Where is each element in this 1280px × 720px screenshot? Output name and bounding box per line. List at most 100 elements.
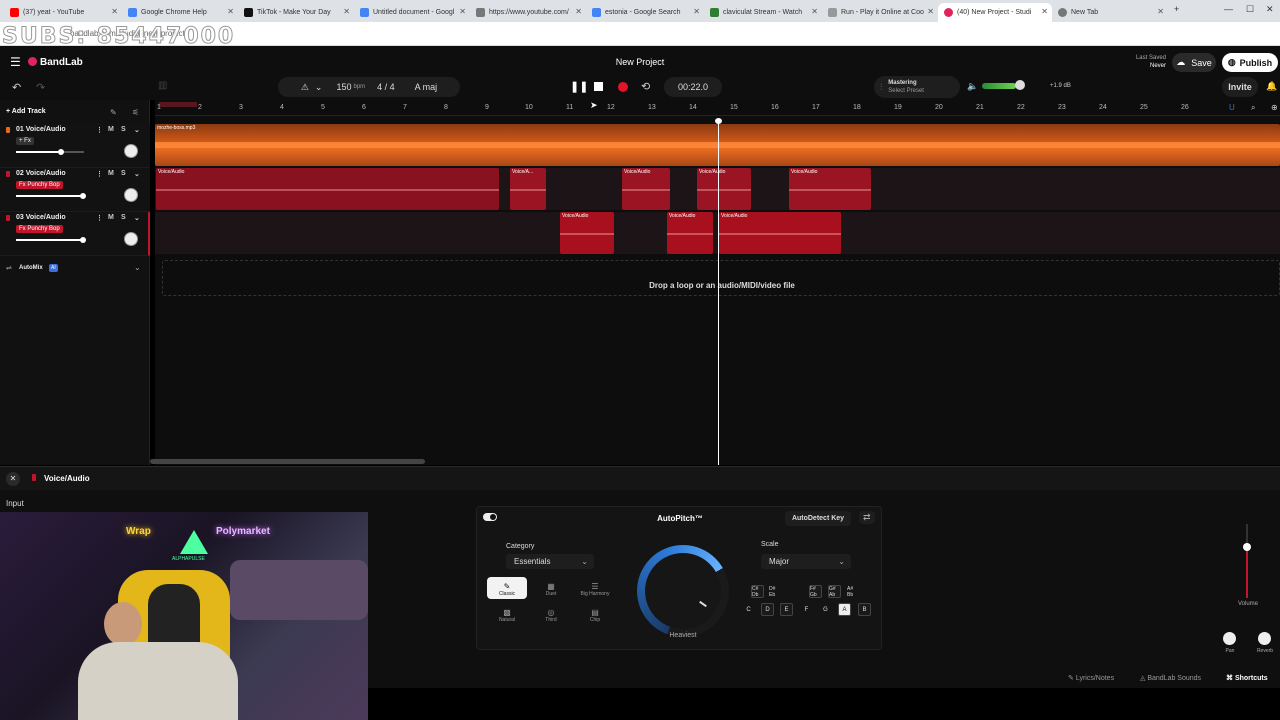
magnet-icon[interactable]: U	[1229, 103, 1235, 112]
close-tab-icon[interactable]: ✕	[111, 7, 118, 16]
close-tab-icon[interactable]: ✕	[693, 7, 700, 16]
time-signature[interactable]: 4 / 4	[377, 82, 395, 92]
browser-tab[interactable]: Untitled document - Googl ✕	[354, 3, 470, 22]
pan-knob[interactable]	[124, 232, 138, 246]
browser-tab[interactable]: Google Chrome Help ✕	[122, 3, 238, 22]
mute-button[interactable]: M	[108, 170, 114, 177]
reverb-knob[interactable]	[1258, 632, 1271, 645]
add-track-button[interactable]: + Add Track	[6, 108, 46, 115]
metronome-icon[interactable]: ⚠	[301, 82, 309, 93]
track-volume-slider[interactable]	[16, 237, 87, 243]
pan-knob[interactable]	[124, 188, 138, 202]
automix-row[interactable]: ⇌ AutoMix AI ⌄	[0, 262, 150, 276]
speaker-icon[interactable]: 🔈	[967, 81, 978, 92]
autodetect-key-button[interactable]: AutoDetect Key	[785, 511, 851, 526]
audio-clip[interactable]: Voice/Audio	[789, 168, 871, 210]
note-e[interactable]: E	[780, 603, 793, 616]
close-tab-icon[interactable]: ✕	[1041, 7, 1048, 16]
chevron-down-icon[interactable]: ⌄	[134, 214, 140, 222]
bandlab-sounds-button[interactable]: ◬ BandLab Sounds	[1140, 674, 1201, 682]
more-icon[interactable]: ⋮	[96, 214, 103, 222]
more-icon[interactable]: ⋮	[96, 170, 103, 178]
close-tab-icon[interactable]: ✕	[1157, 7, 1164, 16]
chevron-down-icon[interactable]: ⌄	[134, 170, 140, 178]
browser-tab[interactable]: TikTok - Make Your Day ✕	[238, 3, 354, 22]
close-icon[interactable]: ✕	[6, 472, 20, 486]
track-volume-knob[interactable]	[57, 149, 64, 155]
close-tab-icon[interactable]: ✕	[927, 7, 934, 16]
note-c-sharp[interactable]: C# Db	[751, 585, 764, 598]
track-name[interactable]: Voice/Audio	[26, 126, 66, 133]
horizontal-scrollbar[interactable]	[150, 459, 425, 464]
category-third[interactable]: ◎ Third	[531, 603, 571, 625]
zoom-icon[interactable]: ⌕	[1251, 103, 1255, 113]
master-volume-slider[interactable]	[982, 83, 1018, 89]
fx-button[interactable]: + Fx	[16, 137, 34, 145]
more-icon[interactable]: ⋮	[96, 126, 103, 134]
category-classic[interactable]: ✎ Classic	[487, 577, 527, 599]
close-tab-icon[interactable]: ✕	[227, 7, 234, 16]
track-header[interactable]: 01 Voice/Audio ⋮ M S ⌄ + Fx	[0, 124, 150, 168]
audio-clip[interactable]: Voice/Audio	[156, 168, 499, 210]
chevron-down-icon[interactable]: ⌄	[315, 82, 323, 93]
fx-preset-badge[interactable]: Fx Punchy Bop	[16, 181, 63, 189]
lyrics-notes-button[interactable]: ✎ Lyrics/Notes	[1068, 674, 1114, 682]
effect-settings-icon[interactable]: ⇄	[859, 511, 875, 524]
track-volume-slider[interactable]	[16, 149, 84, 155]
undo-icon[interactable]: ↶	[12, 81, 21, 94]
note-d-sharp[interactable]: D# Eb	[769, 585, 782, 598]
audio-clip[interactable]: Voice/Audio	[560, 212, 614, 254]
category-duet[interactable]: ▦ Duet	[531, 577, 571, 599]
category-dropdown[interactable]: Essentials ⌄	[506, 554, 594, 569]
key-selector[interactable]: A maj	[415, 82, 438, 92]
loop-icon[interactable]: ⟲	[641, 80, 650, 93]
close-window-icon[interactable]: ✕	[1266, 4, 1274, 15]
new-tab-button[interactable]: +	[1174, 4, 1179, 14]
minimize-icon[interactable]: —	[1224, 4, 1233, 14]
shortcuts-button[interactable]: ⌘ Shortcuts	[1226, 674, 1268, 682]
metronome-grid-icon[interactable]: ▥	[158, 80, 167, 91]
browser-tab-active[interactable]: (40) New Project - Studi ✕	[938, 3, 1052, 22]
playhead-handle[interactable]	[715, 118, 722, 124]
pan-knob[interactable]	[1223, 632, 1236, 645]
browser-tab[interactable]: claviculat Stream - Watch ✕	[704, 3, 822, 22]
correction-knob-ring[interactable]	[637, 545, 729, 637]
mastering-button[interactable]: ⫶ Mastering Select Preset	[874, 76, 960, 98]
audio-clip[interactable]: Voice/Audio	[697, 168, 751, 210]
record-button[interactable]	[618, 82, 628, 92]
fx-preset-badge[interactable]: Fx Punchy Bop	[16, 225, 63, 233]
pause-icon[interactable]: ❚❚	[570, 80, 588, 93]
zoom-in-icon[interactable]: ⊕	[1271, 103, 1278, 112]
playhead[interactable]	[718, 122, 719, 465]
note-f-sharp[interactable]: F# Gb	[809, 585, 822, 598]
bpm-value[interactable]: 150	[336, 82, 351, 92]
volume-knob[interactable]	[1243, 543, 1251, 551]
timeline-ruler[interactable]: 1 2 3 4 5 6 7 8 9 10 11 12 13 14 15 16 1…	[155, 102, 1280, 116]
close-tab-icon[interactable]: ✕	[459, 7, 466, 16]
track-volume-knob[interactable]	[80, 193, 87, 199]
note-g-sharp[interactable]: G# Ab	[828, 585, 841, 598]
solo-button[interactable]: S	[121, 170, 126, 177]
scale-dropdown[interactable]: Major ⌄	[761, 554, 851, 569]
category-natural[interactable]: ▩ Natural	[487, 603, 527, 625]
project-title[interactable]: New Project	[0, 57, 1280, 67]
pencil-icon[interactable]: ✎	[110, 108, 117, 117]
pan-knob[interactable]	[124, 144, 138, 158]
track-header[interactable]: 03 Voice/Audio ⋮ M S ⌄ Fx Punchy Bop	[0, 212, 150, 256]
track-volume-knob[interactable]	[80, 237, 87, 243]
drop-zone[interactable]: Drop a loop or an audio/MIDI/video file	[162, 260, 1280, 296]
mute-button[interactable]: M	[108, 126, 114, 133]
category-big-harmony[interactable]: ☰ Big Harmony	[575, 577, 615, 599]
browser-tab[interactable]: https://www.youtube.com/✕	[470, 3, 586, 22]
publish-button[interactable]: ◍ Publish	[1222, 53, 1278, 72]
save-button[interactable]: ☁ Save	[1172, 53, 1216, 72]
note-f[interactable]: F	[800, 603, 813, 616]
audio-clip[interactable]: Voice/Audio	[667, 212, 713, 254]
mute-button[interactable]: M	[108, 214, 114, 221]
maximize-icon[interactable]: ☐	[1246, 4, 1254, 15]
track-name[interactable]: Voice/Audio	[26, 170, 66, 177]
note-g[interactable]: G	[819, 603, 832, 616]
chevron-down-icon[interactable]: ⌄	[134, 263, 141, 272]
browser-tab[interactable]: estonia - Google Search ✕	[586, 3, 704, 22]
track-settings-icon[interactable]: ⚟	[132, 108, 139, 117]
